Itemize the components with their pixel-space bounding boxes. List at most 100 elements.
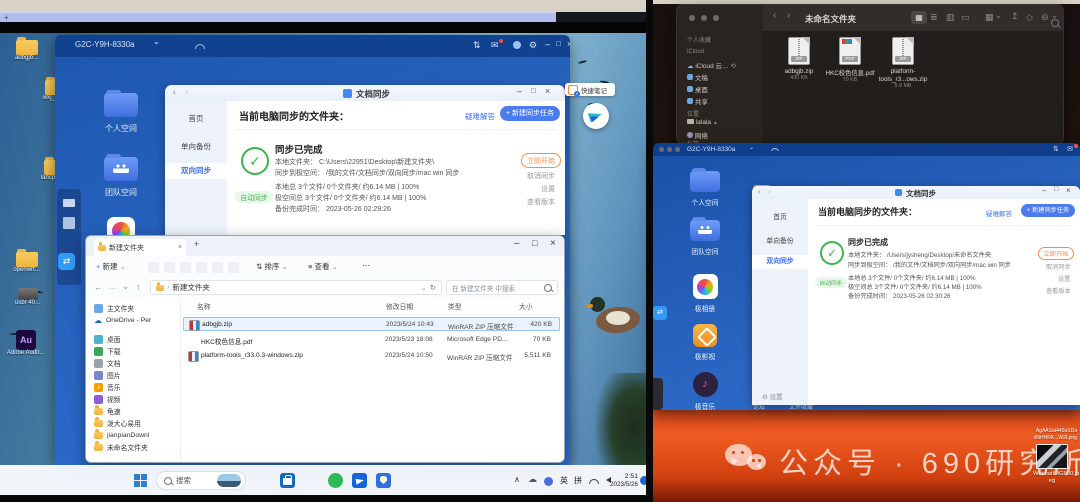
gallery-view-icon[interactable] [961, 12, 970, 23]
nav-back-icon[interactable] [173, 87, 176, 97]
ime-language-pinyin[interactable]: 拼 [574, 475, 582, 486]
maximize-button[interactable] [556, 39, 561, 48]
nas-app-team-space[interactable]: 团队空间 [675, 220, 735, 256]
nas-app-music[interactable]: 极音乐 [675, 372, 735, 410]
eject-icon[interactable] [713, 120, 718, 126]
minimize-button[interactable] [514, 238, 520, 249]
start-now-button[interactable]: 立即开始 [521, 153, 561, 168]
sidebar-item-videos[interactable]: 视频 [86, 393, 180, 405]
faq-link[interactable]: 疑难解答 [986, 208, 1012, 218]
group-by-icon[interactable] [985, 12, 994, 23]
cut-icon[interactable] [148, 262, 159, 273]
transfer-list-icon[interactable] [473, 40, 481, 51]
close-traffic-light[interactable] [689, 15, 695, 21]
maximize-button[interactable] [1054, 186, 1058, 193]
icon-view-icon[interactable] [911, 11, 927, 24]
view-version-link[interactable]: 查看版本 [1046, 286, 1071, 295]
finder-search-icon[interactable] [1051, 19, 1059, 27]
forward-icon[interactable] [108, 282, 117, 292]
desktop-icon-folder-1[interactable]: adbgjb… [4, 40, 50, 61]
new-sync-task-button[interactable]: + 新建同步任务 [1021, 204, 1075, 217]
finder-sidebar-shared[interactable]: 共享 [687, 96, 708, 106]
column-view-icon[interactable] [946, 12, 955, 23]
minimize-button[interactable] [1042, 186, 1046, 195]
paste-icon[interactable] [180, 262, 191, 273]
refresh-icon[interactable] [430, 283, 436, 292]
quick-note-pill[interactable]: 0 快捷笔记 [565, 83, 615, 96]
view-button[interactable]: 查看 [308, 261, 338, 272]
close-traffic-light[interactable] [659, 147, 664, 152]
view-version-link[interactable]: 查看版本 [527, 197, 555, 207]
breadcrumb[interactable]: 新建文件夹 [150, 280, 442, 295]
sidebar-item-home[interactable]: 主文件夹 [86, 302, 180, 314]
user-avatar-icon[interactable] [513, 41, 521, 49]
sidebar-item-folder-4[interactable]: 未命名文件夹 [86, 441, 180, 453]
more-options-icon[interactable] [362, 261, 370, 270]
minimize-traffic-light[interactable] [701, 15, 707, 21]
start-now-button[interactable]: 立即开始 [1038, 247, 1074, 260]
file-row[interactable]: platform-tools_r33.0.3-windows.zip 2023/… [183, 349, 560, 363]
sort-button[interactable]: 排序 [256, 261, 288, 272]
finder-actions-icon[interactable] [1041, 12, 1049, 23]
sidebar-item-folder-2[interactable]: 泼大心易用 [86, 417, 180, 429]
column-date[interactable]: 修改日期 [386, 301, 413, 311]
desktop-photo-file[interactable]: WechatIMG500.jp eg [1033, 444, 1071, 485]
rename-icon[interactable] [196, 262, 207, 273]
sidebar-item-documents[interactable]: 文档 [86, 357, 180, 369]
transfer-float-button[interactable]: ⇄ [653, 306, 667, 320]
taskbar-green-app-icon[interactable] [328, 473, 343, 488]
delete-icon[interactable] [228, 262, 239, 273]
finder-file-zip1[interactable]: ZIP adbgjb.zip 430 KB [773, 37, 825, 81]
nas-app-video[interactable]: 极影视 [675, 324, 735, 361]
tray-teams-icon[interactable] [544, 477, 553, 486]
nas-app-team-space[interactable]: 团队空间 [85, 157, 157, 198]
cancel-sync-link[interactable]: 取消同步 [1046, 262, 1071, 271]
finder-back-icon[interactable] [773, 10, 776, 21]
nav-forward-icon[interactable] [185, 87, 188, 97]
finder-sidebar-documents[interactable]: 文稿 [687, 72, 708, 82]
tray-wifi-icon[interactable] [589, 477, 599, 484]
close-button[interactable] [550, 238, 556, 249]
server-switch-chevron-icon[interactable] [153, 37, 160, 46]
floating-assistant-button[interactable] [583, 103, 609, 129]
close-button[interactable] [545, 86, 550, 96]
new-tab-button[interactable] [194, 239, 199, 249]
share-icon[interactable] [212, 262, 223, 273]
new-button[interactable]: 新建 [96, 261, 126, 272]
column-type[interactable]: 类型 [448, 301, 462, 311]
zoom-traffic-light[interactable] [675, 147, 680, 152]
sidebar-item-desktop[interactable]: 桌面 [86, 333, 180, 345]
nas-app-photos[interactable]: 极相册 [675, 274, 735, 313]
faq-link[interactable]: 疑难解答 [465, 111, 495, 122]
recent-icon[interactable] [122, 281, 129, 292]
explorer-search-box[interactable]: 在 新建文件夹 中搜索 [446, 280, 558, 295]
taskbar-blue-app-icon[interactable] [352, 473, 367, 488]
maximize-button[interactable] [531, 86, 536, 95]
finder-file-pdf[interactable]: PDF HKC校色信息.pdf 70 KB [821, 37, 879, 83]
messages-icon[interactable] [491, 40, 499, 51]
sidebar-item-downloads[interactable]: 下载 [86, 345, 180, 357]
tray-onedrive-icon[interactable] [528, 474, 537, 485]
ime-language-en[interactable]: 英 [560, 475, 568, 486]
cancel-sync-link[interactable]: 取消同步 [527, 171, 555, 181]
close-button[interactable] [567, 39, 570, 49]
settings-link[interactable]: 设置 [1058, 274, 1070, 283]
sync-nav-oneway[interactable]: 单向备份 [752, 235, 808, 245]
finder-forward-icon[interactable] [787, 10, 790, 21]
settings-link[interactable]: 设置 [541, 184, 555, 194]
transfer-float-button[interactable]: ⇄ [58, 253, 75, 270]
sync-nav-home[interactable]: 首页 [752, 211, 808, 221]
nas-app-personal-space[interactable]: 个人空间 [85, 93, 157, 134]
copy-icon[interactable] [164, 262, 175, 273]
messages-icon[interactable] [1067, 145, 1073, 153]
nas-device-icon[interactable] [63, 199, 75, 207]
sync-footer-settings[interactable]: 设置 [762, 391, 783, 401]
minimize-button[interactable] [517, 86, 522, 96]
nav-back-icon[interactable] [758, 187, 761, 196]
finder-sidebar-desktop[interactable]: 桌面 [687, 84, 708, 94]
file-row[interactable]: adbgjb.zip 2023/5/24 10:43 WinRAR ZIP 压缩… [183, 317, 560, 331]
finder-sidebar-icloud[interactable]: iCloud 云… [687, 60, 736, 70]
sidebar-item-folder-1[interactable]: 龟速 [86, 405, 180, 417]
nav-forward-icon[interactable] [768, 187, 771, 196]
maximize-button[interactable] [532, 238, 537, 248]
